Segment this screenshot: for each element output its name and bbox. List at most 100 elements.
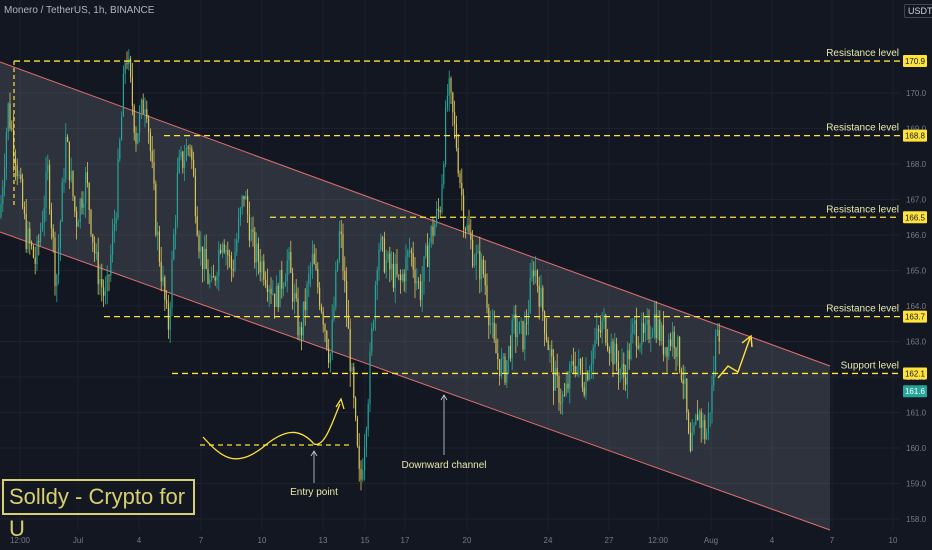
candle-body (227, 249, 229, 256)
candle-body (40, 229, 42, 242)
candle-body (684, 378, 686, 384)
time-tick-label: 27 (605, 536, 614, 545)
candle-body (196, 216, 198, 236)
candle-body (407, 250, 409, 257)
price-chart[interactable]: Resistance level Resistance level Resistan… (0, 0, 932, 550)
price-axis[interactable]: 158.0159.0160.0161.0162.0163.0164.0165.0… (900, 0, 932, 550)
candle-body (538, 285, 540, 307)
candle-body (468, 224, 470, 233)
candle-body (76, 211, 78, 227)
candle-body (524, 323, 526, 350)
time-tick-label: 20 (463, 536, 472, 545)
candle-body (130, 58, 132, 78)
price-tick-label: 166.0 (906, 231, 927, 240)
candle-body (509, 345, 511, 359)
candle-body (590, 364, 592, 371)
candle-body (607, 343, 609, 350)
candle-body (536, 270, 538, 286)
candle-body (376, 270, 378, 286)
candle-body (702, 420, 704, 428)
candle-body (594, 340, 596, 348)
candle-body (140, 99, 142, 113)
watermark-banner: Solldy - Crypto for U (2, 479, 195, 541)
candle-body (104, 290, 106, 296)
candle-body (257, 243, 259, 262)
candle-body (497, 353, 499, 360)
candle-body (110, 254, 112, 276)
candle-body (117, 158, 119, 218)
candle-body (659, 319, 661, 341)
time-axis[interactable]: 12:00Jul471013151720242712:00Aug4710 (0, 532, 900, 550)
candle-body (173, 234, 175, 260)
candle-body (671, 331, 673, 347)
candle-body (315, 264, 317, 270)
candle-body (367, 403, 369, 430)
candle-body (495, 339, 497, 354)
candle-body (535, 270, 537, 277)
candle-body (637, 346, 639, 349)
candle-body (448, 78, 450, 96)
candle-body (284, 281, 286, 287)
candle-body (502, 356, 504, 359)
candle-body (688, 412, 690, 434)
candle-body (124, 63, 126, 74)
candle-body (108, 275, 110, 277)
candle-body (50, 209, 52, 229)
candle-body (342, 234, 344, 271)
candle-body (97, 251, 99, 285)
candle-body (261, 261, 263, 273)
candle-body (29, 228, 31, 243)
candle-body (277, 285, 279, 308)
candle-body (673, 331, 675, 348)
candle-body (162, 277, 164, 282)
quote-currency-badge[interactable]: USDT (904, 4, 932, 18)
candle-body (45, 171, 47, 208)
candle-body (481, 259, 483, 280)
candle-body (184, 160, 186, 168)
candle-body (283, 286, 285, 289)
candle-body (491, 322, 493, 324)
candle-body (205, 249, 207, 269)
candle-body (545, 333, 547, 341)
candle-body (580, 358, 582, 371)
candle-body (715, 335, 717, 372)
time-tick-label: 15 (361, 536, 370, 545)
candle-body (169, 307, 171, 330)
candle-body (302, 301, 304, 336)
candle-body (392, 263, 394, 288)
candle-body (616, 343, 618, 362)
candle-body (221, 244, 223, 254)
price-tick-label: 160.0 (906, 444, 927, 453)
price-tick-label: 159.0 (906, 480, 927, 489)
time-tick-label: 24 (544, 536, 553, 545)
candle-body (175, 220, 177, 235)
candle-body (157, 231, 159, 235)
candle-body (518, 321, 520, 334)
candle-body (14, 156, 16, 166)
candle-body (457, 147, 459, 174)
candle-body (191, 148, 193, 160)
candle-body (430, 226, 432, 243)
candle-body (263, 261, 265, 280)
time-tick-label: 7 (199, 536, 204, 545)
candle-body (234, 252, 236, 271)
candle-body (614, 343, 616, 365)
candle-body (113, 223, 115, 232)
candle-body (148, 118, 150, 133)
candle-body (522, 321, 524, 350)
candle-body (628, 350, 630, 360)
candle-body (693, 424, 695, 433)
candle-body (396, 263, 398, 275)
candle-body (482, 259, 484, 275)
time-tick-label: 4 (137, 536, 142, 545)
candle-body (409, 250, 411, 252)
level-price-value: 162.1 (905, 369, 926, 378)
candle-body (238, 218, 240, 240)
candle-body (356, 417, 358, 446)
candle-body (691, 432, 693, 451)
candle-body (418, 281, 420, 283)
candle-body (207, 268, 209, 284)
candle-body (515, 314, 517, 338)
candle-body (472, 239, 474, 266)
candle-body (704, 420, 706, 440)
